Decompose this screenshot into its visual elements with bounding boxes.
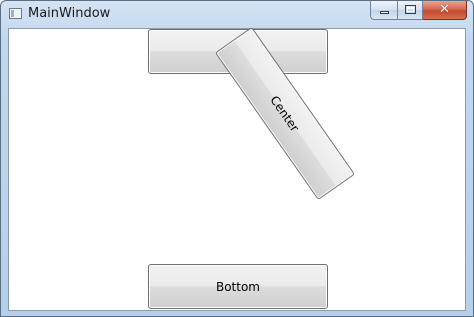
title-bar[interactable]: MainWindow ✕ — [1, 1, 473, 27]
close-button[interactable]: ✕ — [423, 1, 467, 20]
minimize-button[interactable] — [370, 1, 397, 20]
main-window: MainWindow ✕ Bottom Center — [0, 0, 474, 317]
maximize-button[interactable] — [397, 1, 423, 20]
maximize-icon — [405, 5, 416, 14]
minimize-icon — [380, 11, 389, 14]
close-icon: ✕ — [439, 2, 450, 17]
bottom-button-label: Bottom — [215, 279, 260, 294]
window-app-icon[interactable] — [9, 8, 22, 19]
window-title: MainWindow — [28, 6, 111, 21]
center-button-label: Center — [267, 92, 303, 135]
bottom-button[interactable]: Bottom — [148, 264, 328, 309]
client-area: Bottom Center — [8, 26, 466, 311]
caption-buttons: ✕ — [370, 1, 467, 21]
